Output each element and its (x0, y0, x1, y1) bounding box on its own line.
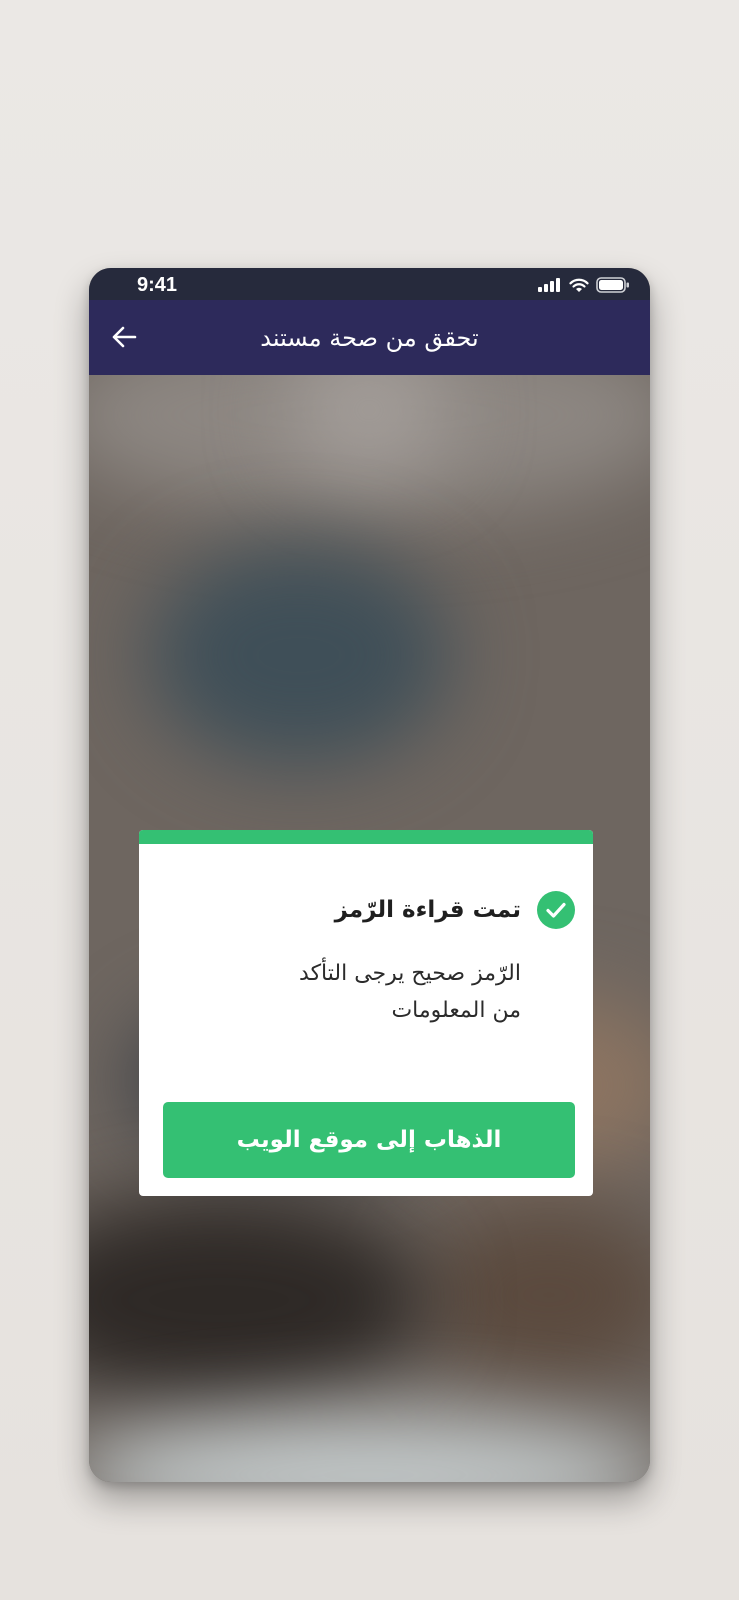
blur-shape (89, 1415, 650, 1482)
page-title: تحقق من صحة مستند (260, 323, 479, 352)
back-button[interactable] (107, 320, 141, 354)
phone-frame: 9:41 تحقق من صحة مستند تمت قراءة الرّمز … (89, 268, 650, 1482)
battery-icon (596, 277, 629, 293)
dialog-message-line: الرّمز صحيح يرجى التأكد (299, 961, 521, 986)
check-circle-icon (537, 891, 575, 929)
status-bar: 9:41 (89, 268, 650, 300)
go-to-website-button[interactable]: الذهاب إلى موقع الويب (163, 1102, 575, 1178)
blur-shape (149, 545, 449, 765)
blur-shape (419, 1205, 650, 1385)
status-time: 9:41 (137, 274, 178, 296)
app-header: تحقق من صحة مستند (89, 300, 650, 375)
blur-shape (89, 1195, 429, 1405)
arrow-left-icon (112, 326, 137, 348)
scan-result-dialog: تمت قراءة الرّمز الرّمز صحيح يرجى التأكد… (139, 830, 593, 1196)
signal-icon (538, 278, 560, 292)
wifi-icon (569, 278, 589, 292)
camera-preview: تمت قراءة الرّمز الرّمز صحيح يرجى التأكد… (89, 375, 650, 1482)
dialog-heading: تمت قراءة الرّمز (335, 890, 575, 930)
dialog-message: الرّمز صحيح يرجى التأكد من المعلومات (221, 955, 521, 1029)
dialog-accent-bar (139, 830, 593, 844)
dialog-message-line: من المعلومات (391, 998, 521, 1023)
dialog-title: تمت قراءة الرّمز (334, 897, 521, 923)
status-icons (538, 276, 630, 294)
